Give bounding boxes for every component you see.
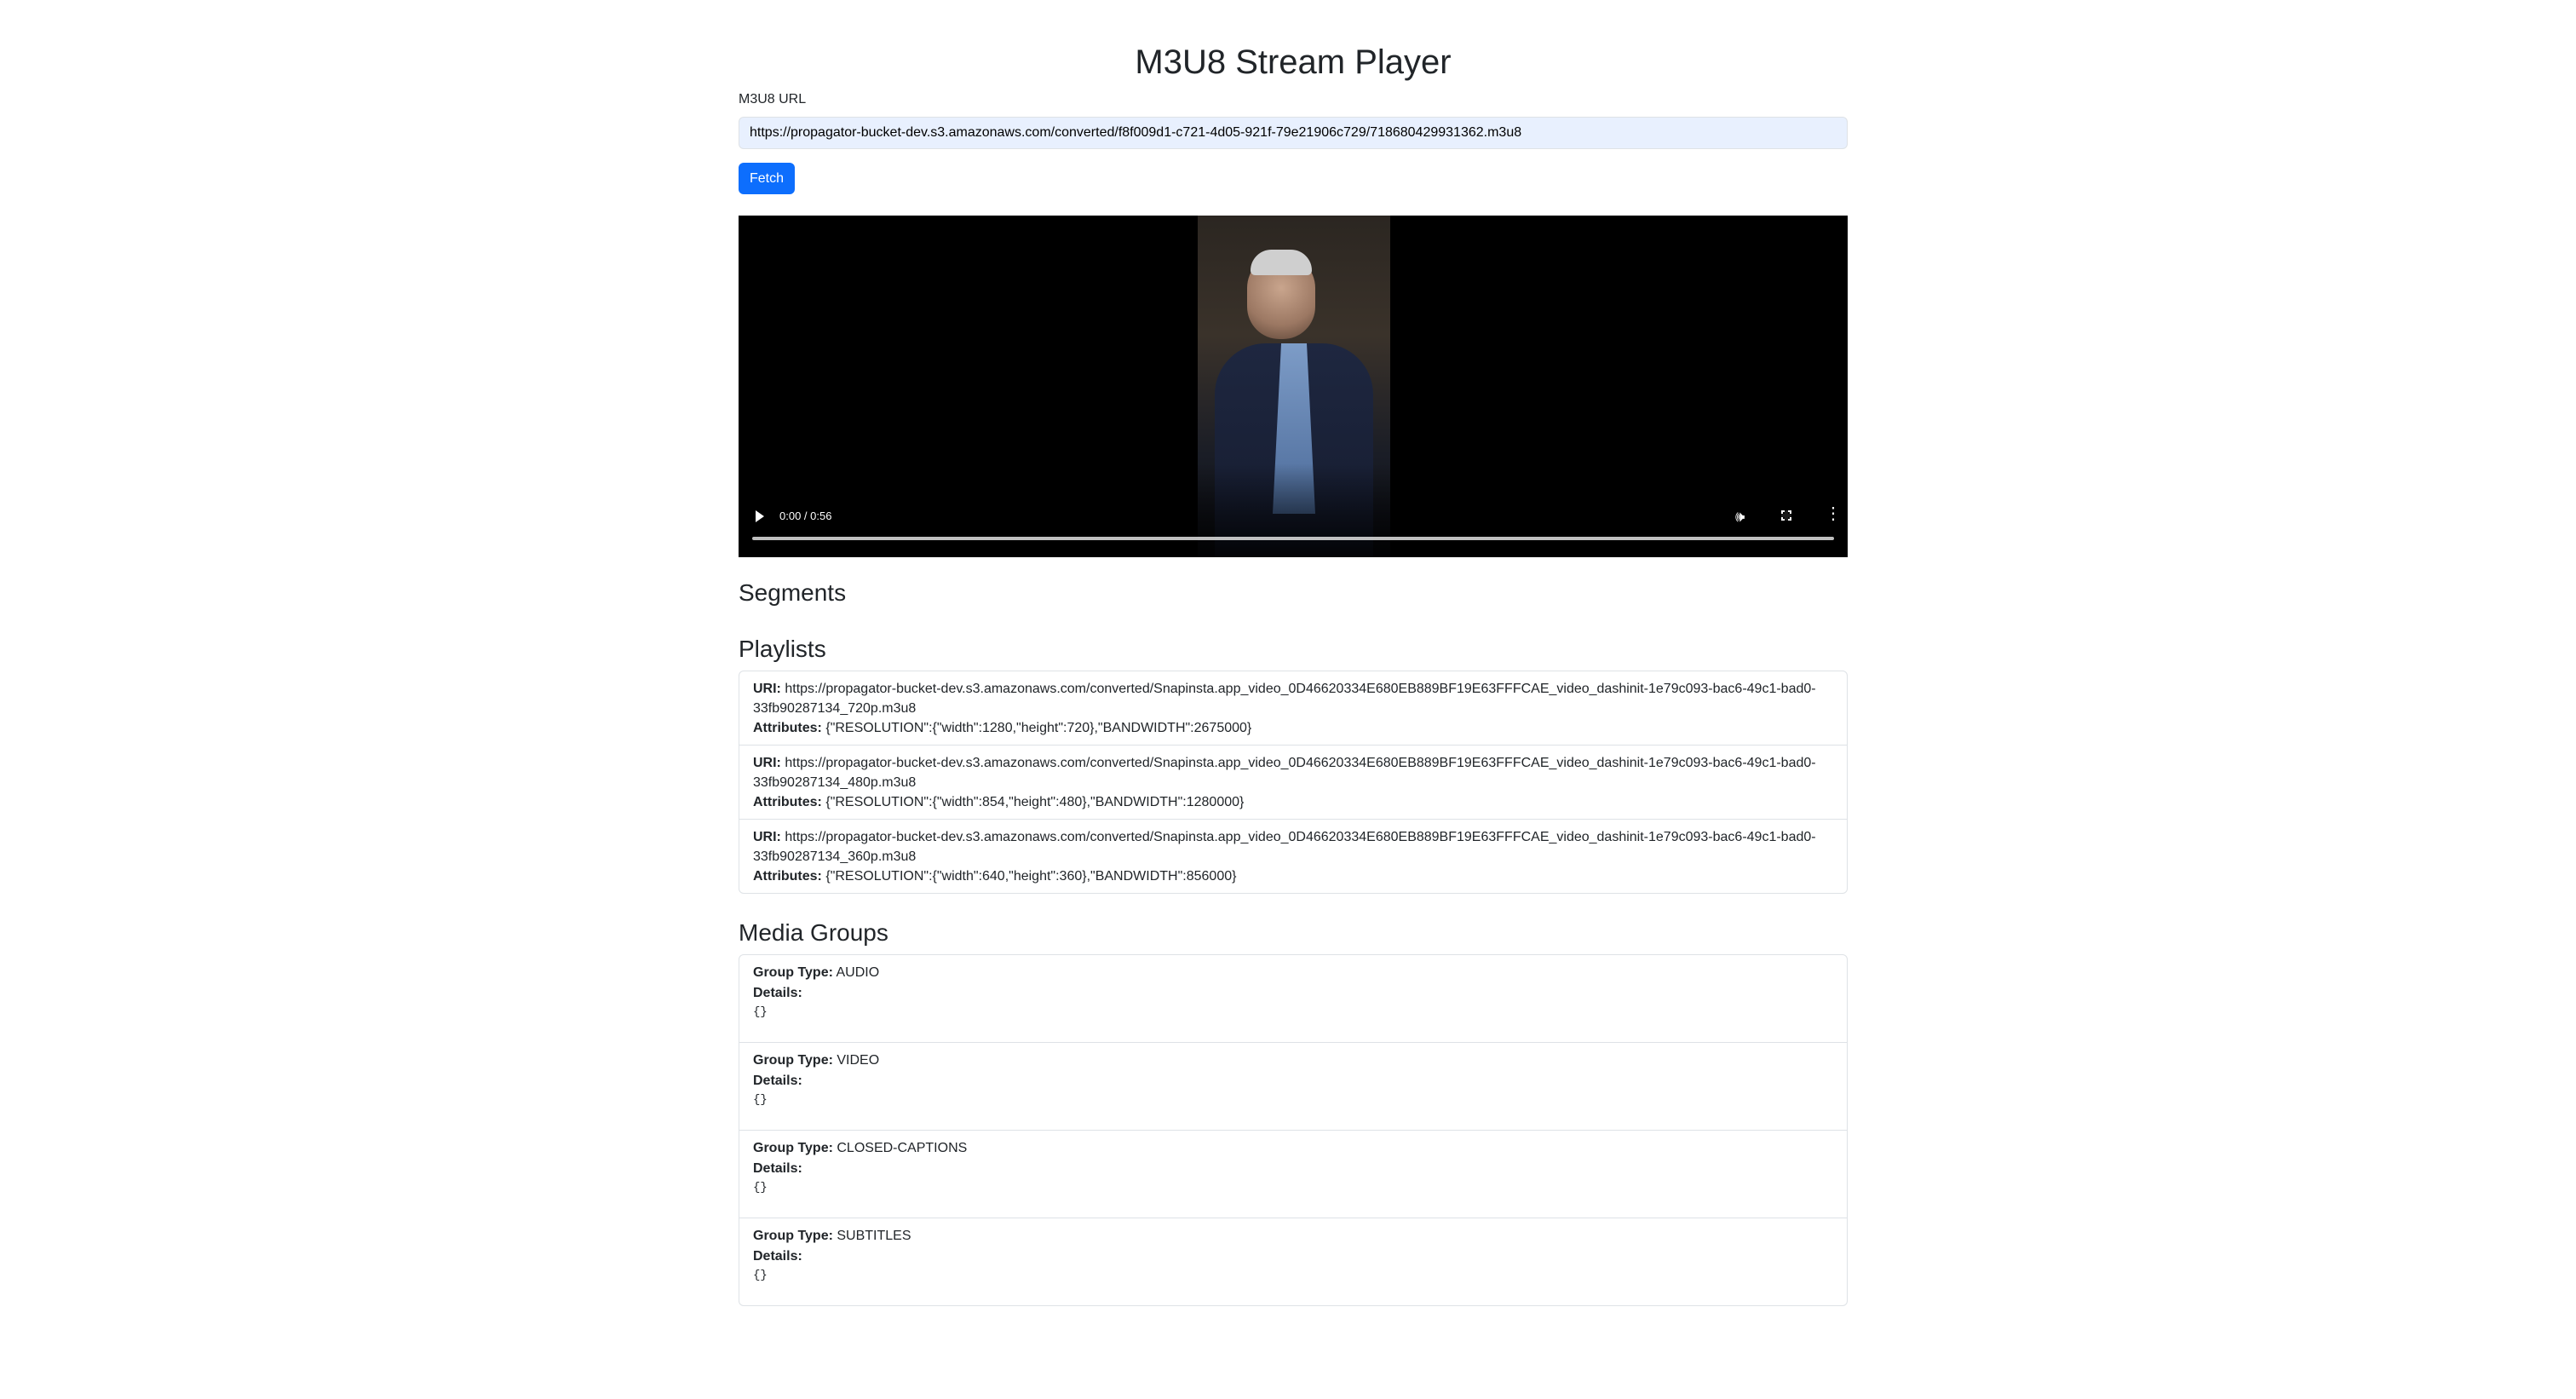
page-title: M3U8 Stream Player — [1135, 43, 1452, 81]
group-type-value: VIDEO — [837, 1053, 880, 1068]
progress-bar[interactable] — [752, 537, 1834, 540]
media-groups-list: Group Type: AUDIO Details: {} Group Type… — [739, 954, 1848, 1306]
group-type-label: Group Type: — [753, 965, 833, 980]
group-type-value: AUDIO — [836, 965, 880, 980]
group-details: {} — [753, 1269, 768, 1282]
uri-label: URI: — [753, 756, 781, 770]
group-type-label: Group Type: — [753, 1053, 833, 1068]
media-group-item: Group Type: SUBTITLES Details: {} — [739, 1218, 1847, 1305]
more-options-icon[interactable]: ⋮ — [1825, 505, 1842, 522]
media-group-item: Group Type: VIDEO Details: {} — [739, 1043, 1847, 1131]
segments-heading: Segments — [739, 579, 847, 606]
media-group-item: Group Type: AUDIO Details: {} — [739, 955, 1847, 1043]
playlist-attributes: {"RESOLUTION":{"width":854,"height":480}… — [825, 795, 1245, 809]
details-label: Details: — [753, 1074, 802, 1088]
group-type-label: Group Type: — [753, 1229, 833, 1243]
media-groups-heading: Media Groups — [739, 919, 888, 946]
uri-label: URI: — [753, 682, 781, 696]
media-group-item: Group Type: CLOSED-CAPTIONS Details: {} — [739, 1131, 1847, 1218]
attributes-label: Attributes: — [753, 869, 822, 884]
fullscreen-icon[interactable] — [1781, 510, 1791, 521]
group-details: {} — [753, 1181, 768, 1195]
url-label: M3U8 URL — [739, 92, 807, 107]
playlist-attributes: {"RESOLUTION":{"width":640,"height":360}… — [825, 869, 1237, 884]
uri-label: URI: — [753, 830, 781, 844]
video-player[interactable]: 0:00 / 0:56 🕪 ⋮ — [739, 216, 1848, 557]
controls-overlay — [739, 463, 1848, 557]
details-label: Details: — [753, 1161, 802, 1176]
details-label: Details: — [753, 986, 802, 1000]
playlist-item: URI: https://propagator-bucket-dev.s3.am… — [739, 820, 1847, 893]
group-details: {} — [753, 1005, 768, 1019]
details-label: Details: — [753, 1249, 802, 1264]
person-hair — [1251, 250, 1312, 275]
attributes-label: Attributes: — [753, 721, 822, 735]
playlist-attributes: {"RESOLUTION":{"width":1280,"height":720… — [825, 721, 1252, 735]
playlist-uri: https://propagator-bucket-dev.s3.amazona… — [753, 682, 1816, 716]
group-type-value: SUBTITLES — [837, 1229, 911, 1243]
group-details: {} — [753, 1093, 768, 1107]
fetch-button[interactable]: Fetch — [739, 163, 796, 194]
playlist-uri: https://propagator-bucket-dev.s3.amazona… — [753, 756, 1816, 790]
volume-icon[interactable]: 🕪 — [1735, 508, 1745, 525]
playlist-item: URI: https://propagator-bucket-dev.s3.am… — [739, 671, 1847, 746]
playlist-item: URI: https://propagator-bucket-dev.s3.am… — [739, 746, 1847, 820]
playlists-list: URI: https://propagator-bucket-dev.s3.am… — [739, 671, 1848, 894]
play-icon[interactable] — [756, 510, 764, 522]
time-display: 0:00 / 0:56 — [779, 510, 832, 522]
group-type-label: Group Type: — [753, 1141, 833, 1155]
playlists-heading: Playlists — [739, 636, 826, 662]
playlist-uri: https://propagator-bucket-dev.s3.amazona… — [753, 830, 1816, 864]
attributes-label: Attributes: — [753, 795, 822, 809]
group-type-value: CLOSED-CAPTIONS — [837, 1141, 968, 1155]
url-input[interactable] — [739, 117, 1848, 149]
